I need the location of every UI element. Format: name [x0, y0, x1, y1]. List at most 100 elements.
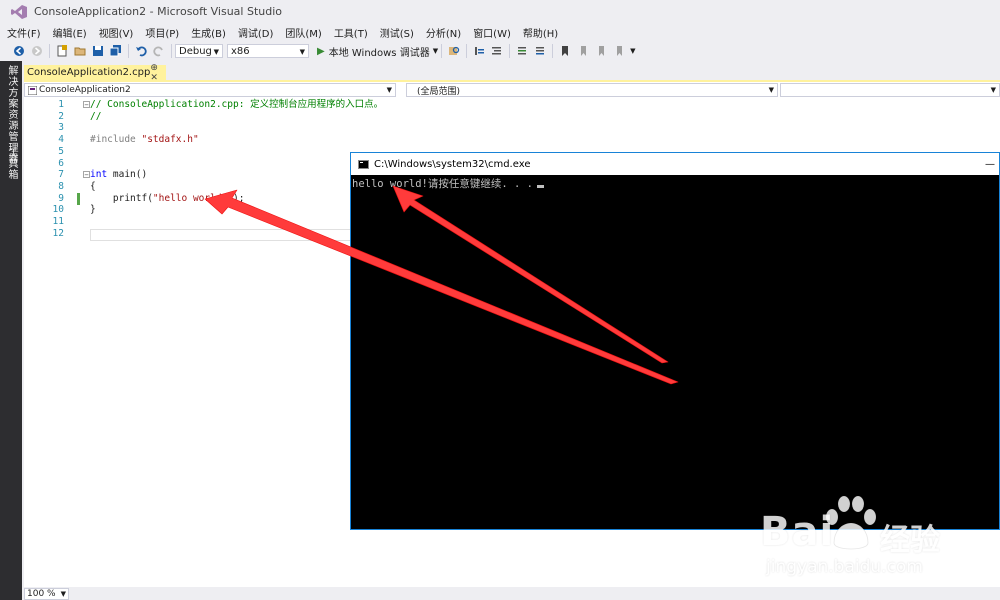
chevron-down-icon: ▼	[213, 48, 219, 56]
change-indicator	[77, 192, 80, 205]
line-number: 12	[52, 227, 64, 239]
save-all-icon[interactable]	[107, 43, 125, 59]
toolbar-separator	[509, 44, 511, 58]
menu-item[interactable]: 视图(V)	[92, 25, 139, 40]
menu-bar: 文件(F) 编辑(E) 视图(V) 项目(P) 生成(B) 调试(D) 团队(M) 工具(T)…	[0, 23, 1000, 41]
code-token: "hello world!"	[152, 192, 233, 204]
console-icon	[358, 159, 369, 169]
baidu-jingyan-watermark: Bai 经验 jingyan.baidu.com	[760, 495, 995, 585]
menu-item[interactable]: 分析(N)	[419, 25, 466, 40]
console-title-bar[interactable]: C:\Windows\system32\cmd.exe —	[351, 153, 999, 175]
watermark-brand: Bai	[760, 509, 835, 555]
scope-dropdown[interactable]: (全局范围) ▼	[406, 83, 778, 97]
line-number: 4	[58, 134, 64, 146]
console-output: hello world!请按任意键继续. . .	[352, 176, 544, 191]
scope-value: (全局范围)	[417, 86, 461, 97]
menu-item[interactable]: 项目(P)	[138, 25, 184, 40]
line-number: 1	[58, 99, 64, 110]
toolbar-separator	[552, 44, 554, 58]
code-token: }	[90, 204, 96, 216]
start-debugging-button[interactable]: ▶ 本地 Windows 调试器 ▼	[317, 44, 438, 59]
code-token: {	[90, 180, 96, 192]
line-number: 5	[58, 145, 64, 157]
code-line[interactable]: 2 //	[24, 111, 1000, 123]
undo-icon[interactable]	[132, 43, 150, 59]
navigation-bar: ConsoleApplication2 ▼ (全局范围) ▼ ▼	[24, 82, 1000, 98]
menu-item[interactable]: 编辑(E)	[46, 25, 92, 40]
back-icon[interactable]	[10, 43, 28, 59]
toolbar-overflow-icon[interactable]: ▼	[630, 47, 635, 55]
code-line[interactable]: 4 #include "stdafx.h"	[24, 134, 1000, 146]
clear-bookmarks-icon[interactable]	[610, 43, 628, 59]
document-tab[interactable]: ConsoleApplication2.cpp ⊕ ✕	[24, 63, 166, 83]
line-number: 3	[58, 122, 64, 134]
line-number: 7	[58, 169, 64, 181]
watermark-chinese: 经验	[880, 523, 940, 558]
solution-configuration-dropdown[interactable]: Debug ▼	[175, 44, 223, 58]
line-number: 2	[58, 110, 64, 122]
menu-item[interactable]: 帮助(H)	[516, 25, 563, 40]
bookmark-icon[interactable]	[556, 43, 574, 59]
editor-status-bar: 100 % ▼	[24, 587, 1000, 600]
find-in-files-icon[interactable]	[445, 43, 463, 59]
collapse-toggle-icon[interactable]: −	[83, 101, 90, 109]
format-icon[interactable]	[488, 43, 506, 59]
forward-icon[interactable]	[28, 43, 46, 59]
toolbar-separator	[171, 44, 172, 58]
document-tab-label: ConsoleApplication2.cpp	[27, 67, 151, 78]
line-number: 8	[58, 180, 64, 192]
minimize-button[interactable]: —	[985, 159, 995, 170]
console-title: C:\Windows\system32\cmd.exe	[374, 158, 531, 170]
code-text: int main()	[90, 169, 147, 181]
menu-item[interactable]: 生成(B)	[184, 25, 231, 40]
menu-item[interactable]: 团队(M)	[278, 25, 326, 40]
title-bar: ConsoleApplication2 - Microsoft Visual S…	[0, 0, 1000, 23]
menu-item[interactable]: 工具(T)	[327, 25, 373, 40]
collapse-toggle-icon[interactable]: −	[83, 171, 90, 179]
code-text: printf("hello world!");	[90, 192, 245, 205]
previous-bookmark-icon[interactable]	[574, 43, 592, 59]
console-output-text: hello world!请按任意键继续. . .	[352, 178, 533, 190]
zoom-dropdown[interactable]: 100 % ▼	[24, 587, 69, 600]
open-file-icon[interactable]	[71, 43, 89, 59]
uncomment-icon[interactable]	[531, 43, 549, 59]
project-dropdown[interactable]: ConsoleApplication2 ▼	[24, 83, 396, 97]
code-line[interactable]: 1 −// ConsoleApplication2.cpp: 定义控制台应用程序的…	[24, 99, 1000, 111]
member-dropdown[interactable]: ▼	[780, 83, 1000, 97]
comment-icon[interactable]	[513, 43, 531, 59]
code-token: printf(	[90, 192, 153, 204]
line-number: 6	[58, 157, 64, 169]
code-text: // ConsoleApplication2.cpp: 定义控制台应用程序的入口…	[90, 99, 383, 111]
code-text: //	[90, 111, 101, 123]
menu-item[interactable]: 测试(S)	[373, 25, 419, 40]
project-value: ConsoleApplication2	[39, 85, 131, 95]
solution-platform-dropdown[interactable]: x86 ▼	[227, 44, 309, 58]
chevron-down-icon: ▼	[990, 86, 996, 94]
code-text: }	[90, 204, 96, 216]
chevron-down-icon: ▼	[60, 589, 66, 598]
menu-item[interactable]: 文件(F)	[0, 25, 46, 40]
save-icon[interactable]	[89, 43, 107, 59]
menu-item[interactable]: 调试(D)	[231, 25, 279, 40]
new-project-icon[interactable]	[53, 43, 71, 59]
menu-item[interactable]: 窗口(W)	[466, 25, 516, 40]
project-icon	[28, 86, 37, 95]
code-token: int	[90, 169, 108, 181]
line-number: 10	[52, 204, 64, 216]
code-text: {	[90, 181, 96, 193]
redo-icon[interactable]	[150, 43, 168, 59]
watermark-url: jingyan.baidu.com	[766, 557, 923, 577]
line-number: 9	[58, 192, 64, 204]
window-title: ConsoleApplication2 - Microsoft Visual S…	[34, 5, 283, 18]
step-over-icon[interactable]	[470, 43, 488, 59]
next-bookmark-icon[interactable]	[592, 43, 610, 59]
console-window[interactable]: C:\Windows\system32\cmd.exe — hello worl…	[350, 152, 1000, 530]
code-line[interactable]: 3	[24, 122, 1000, 134]
platform-value: x86	[231, 45, 250, 57]
start-debugging-label: 本地 Windows 调试器	[328, 47, 430, 59]
code-text: #include "stdafx.h"	[90, 134, 199, 146]
play-icon: ▶	[317, 45, 325, 57]
code-token: #include	[90, 134, 142, 146]
toolbox-tab[interactable]: 工具箱	[4, 147, 19, 180]
toolbar-separator	[49, 44, 50, 58]
